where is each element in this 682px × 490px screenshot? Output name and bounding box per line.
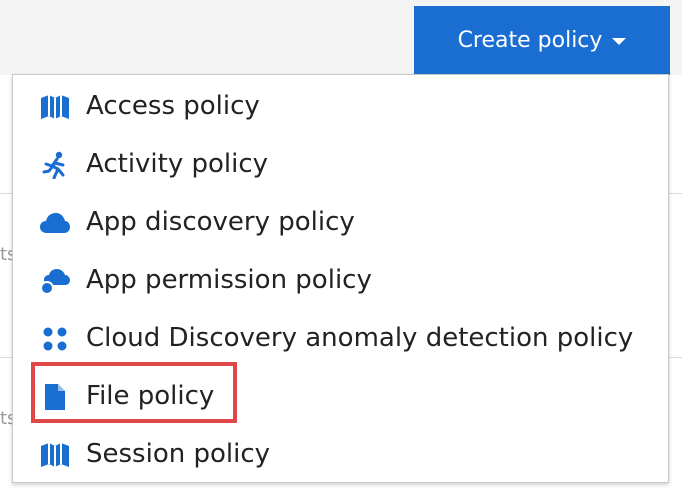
menu-item-file-policy[interactable]: File policy [13, 367, 668, 425]
create-policy-menu: Access policy Activity policy App discov… [12, 74, 669, 483]
create-policy-label: Create policy [457, 28, 603, 53]
caret-down-icon [612, 38, 627, 45]
cloud-permission-icon [40, 267, 70, 295]
menu-item-access-policy[interactable]: Access policy [13, 77, 668, 135]
map-icon [40, 93, 70, 121]
file-icon [40, 383, 70, 411]
create-policy-button[interactable]: Create policy [414, 6, 670, 75]
menu-item-cloud-discovery-anomaly-policy[interactable]: Cloud Discovery anomaly detection policy [13, 309, 668, 367]
menu-item-label: File policy [86, 381, 215, 411]
menu-item-app-discovery-policy[interactable]: App discovery policy [13, 193, 668, 251]
dots-grid-icon [40, 325, 70, 353]
menu-item-label: Access policy [86, 91, 260, 121]
menu-item-label: App discovery policy [86, 207, 355, 237]
menu-item-label: Activity policy [86, 149, 269, 179]
menu-item-activity-policy[interactable]: Activity policy [13, 135, 668, 193]
running-person-icon [40, 151, 70, 179]
menu-item-label: Cloud Discovery anomaly detection policy [86, 323, 634, 353]
menu-item-session-policy[interactable]: Session policy [13, 425, 668, 483]
map-icon [40, 441, 70, 469]
menu-item-app-permission-policy[interactable]: App permission policy [13, 251, 668, 309]
menu-item-label: App permission policy [86, 265, 372, 295]
cloud-icon [40, 209, 70, 237]
menu-item-label: Session policy [86, 439, 271, 469]
